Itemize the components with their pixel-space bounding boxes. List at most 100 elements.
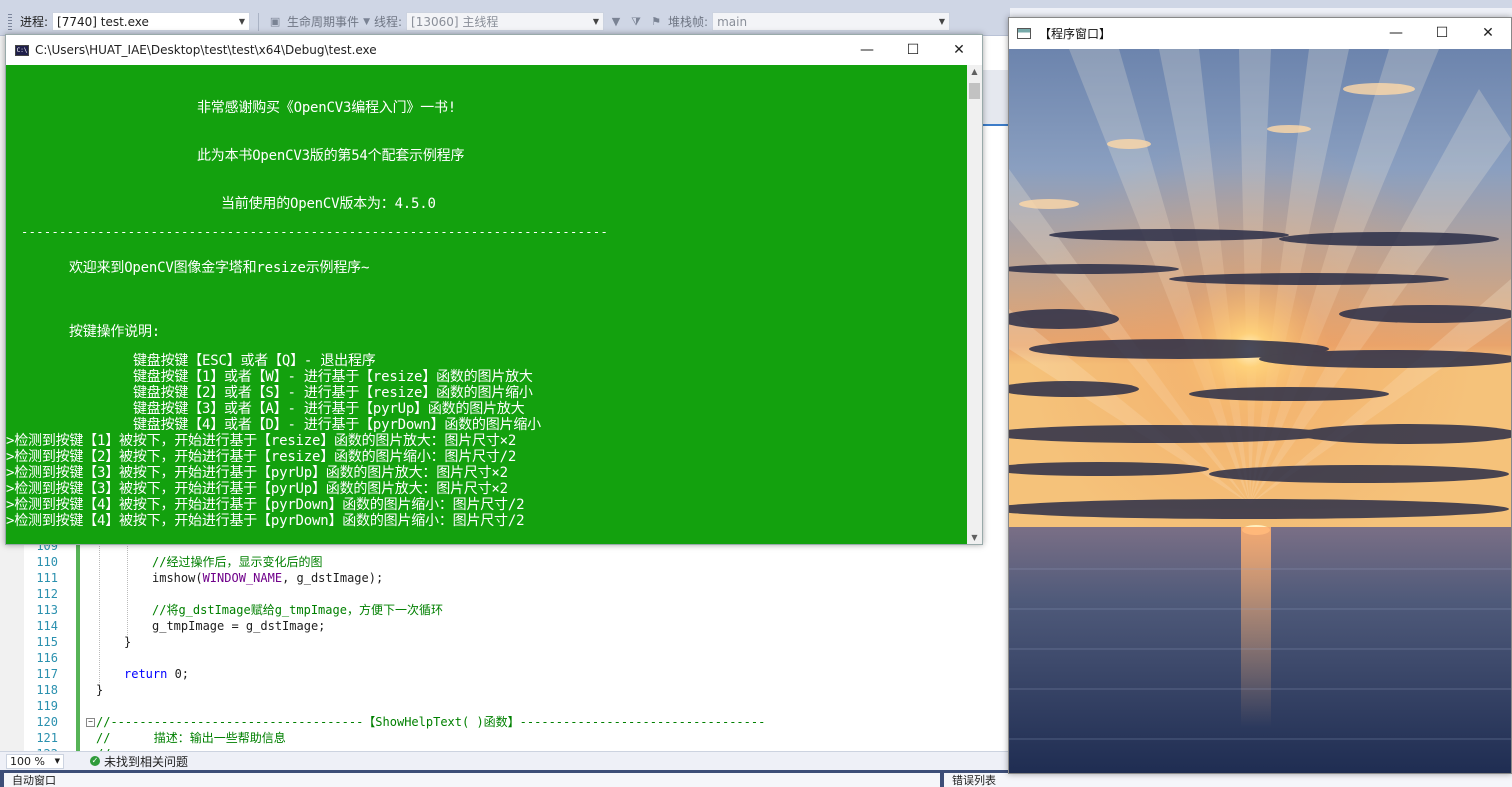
chevron-down-icon: ▼ — [938, 17, 946, 26]
code-line[interactable]: 110 //经过操作后，显示变化后的图 — [0, 554, 1008, 570]
line-number: 120 — [36, 715, 58, 729]
line-number: 117 — [36, 667, 58, 681]
lifecycle-events-label[interactable]: 生命周期事件 — [287, 13, 359, 30]
scroll-thumb[interactable] — [969, 83, 980, 99]
tab-error-list-label: 错误列表 — [952, 774, 996, 787]
console-header-line: 当前使用的OpenCV版本为：4.5.0 — [221, 196, 436, 212]
code-text: //经过操作后，显示变化后的图 — [152, 555, 323, 569]
minimize-button[interactable]: — — [844, 35, 890, 65]
code-line[interactable]: 117 return 0; — [0, 666, 1008, 682]
stack-frame-combo[interactable]: main ▼ — [712, 12, 951, 31]
filter-icon[interactable]: ▼ — [608, 14, 624, 30]
line-number: 110 — [36, 555, 58, 569]
console-output[interactable]: 非常感谢购买《OpenCV3编程入门》一书! 此为本书OpenCV3版的第54个… — [6, 65, 967, 544]
toolbar-separator — [258, 12, 260, 31]
code-line[interactable]: 119 — [0, 698, 1008, 714]
console-window[interactable]: C:\ C:\Users\HUAT_IAE\Desktop\test\test\… — [5, 34, 983, 545]
sunset-picture — [1009, 49, 1511, 773]
code-line[interactable]: 112 — [0, 586, 1008, 602]
line-number: 118 — [36, 683, 58, 697]
close-button[interactable]: ✕ — [936, 35, 982, 65]
code-line[interactable]: 118} — [0, 682, 1008, 698]
tab-autos-label: 自动窗口 — [12, 774, 56, 787]
console-scrollbar[interactable]: ▲ ▼ — [967, 65, 982, 544]
console-log-line: >检测到按键【4】被按下，开始进行基于【pyrDown】函数的图片缩小：图片尺寸… — [6, 497, 525, 513]
code-token: imshow( — [152, 571, 203, 585]
code-text: return 0; — [124, 666, 189, 682]
code-line[interactable]: 111 imshow(WINDOW_NAME, g_dstImage); — [0, 570, 1008, 586]
filter-clear-icon[interactable]: ⧩ — [628, 14, 644, 30]
code-line[interactable]: 116 — [0, 650, 1008, 666]
maximize-button[interactable]: ☐ — [890, 35, 936, 65]
line-number: 116 — [36, 651, 58, 665]
tab-error-list[interactable]: 错误列表 — [944, 773, 1512, 787]
cmd-icon: C:\ — [15, 44, 29, 56]
line-number: 112 — [36, 587, 58, 601]
stack-frame-value: main — [717, 14, 748, 29]
console-key-line: 键盘按键【1】或者【W】- 进行基于【resize】函数的图片放大 — [133, 369, 533, 385]
thread-label: 线程: — [373, 15, 403, 29]
toolbar-grip[interactable] — [8, 13, 12, 30]
code-token: 0; — [167, 667, 190, 681]
issues-indicator[interactable]: ✓ 未找到相关问题 — [90, 753, 188, 770]
scroll-down-arrow-icon[interactable]: ▼ — [967, 533, 982, 542]
sunset-image — [1009, 49, 1511, 773]
minimize-button[interactable]: — — [1373, 18, 1419, 48]
code-line[interactable]: 114 g_tmpImage = g_dstImage; — [0, 618, 1008, 634]
close-button[interactable]: ✕ — [1465, 18, 1511, 48]
issues-text: 未找到相关问题 — [104, 754, 189, 769]
console-log-line: >检测到按键【2】被按下，开始进行基于【resize】函数的图片缩小：图片尺寸/… — [6, 449, 517, 465]
console-title: C:\Users\HUAT_IAE\Desktop\test\test\x64\… — [35, 43, 377, 57]
console-log-line: >检测到按键【3】被按下，开始进行基于【pyrUp】函数的图片放大：图片尺寸×2 — [6, 481, 508, 497]
editor-tab-overflow[interactable] — [980, 70, 1009, 126]
console-key-line: 键盘按键【4】或者【D】- 进行基于【pyrDown】函数的图片缩小 — [133, 417, 541, 433]
code-text: } — [96, 683, 104, 697]
console-key-line: 键盘按键【3】或者【A】- 进行基于【pyrUp】函数的图片放大 — [133, 401, 525, 417]
zoom-value: 100 % — [10, 754, 45, 768]
process-label: 进程: — [20, 15, 49, 29]
tab-autos[interactable]: 自动窗口 — [4, 773, 940, 787]
chevron-down-icon: ▼ — [592, 17, 600, 26]
fold-toggle-icon[interactable]: − — [86, 718, 95, 727]
console-log-line: >检测到按键【4】被按下，开始进行基于【pyrDown】函数的图片缩小：图片尺寸… — [6, 513, 525, 529]
editor-status-bar: 100 % ▼ ✓ 未找到相关问题 — [0, 751, 1008, 770]
line-number: 119 — [36, 699, 58, 713]
code-line[interactable]: 120 −//----------------------------------… — [0, 714, 1008, 730]
console-header-line: 此为本书OpenCV3版的第54个配套示例程序 — [197, 148, 465, 164]
chevron-down-icon[interactable]: ▼ — [363, 17, 370, 27]
maximize-button[interactable]: ☐ — [1419, 18, 1465, 48]
code-line[interactable]: 121 // 描述：输出一些帮助信息 — [0, 730, 1008, 746]
code-text: //-----------------------------------【Sh… — [96, 715, 766, 729]
flag-threads-icon[interactable]: ⚑ — [648, 14, 664, 30]
window-controls: — ☐ ✕ — [844, 35, 982, 65]
code-text: } — [124, 635, 132, 649]
thread-value: [13060] 主线程 — [411, 15, 499, 29]
line-number: 114 — [36, 619, 58, 633]
code-text: // 描述：输出一些帮助信息 — [96, 731, 286, 745]
console-key-line: 键盘按键【ESC】或者【Q】- 退出程序 — [133, 353, 376, 369]
chevron-down-icon: ▼ — [54, 757, 60, 765]
code-text: imshow(WINDOW_NAME, g_dstImage); — [152, 570, 383, 586]
image-window[interactable]: 【程序窗口】 — ☐ ✕ — [1008, 17, 1512, 774]
lifecycle-events-icon[interactable]: ▣ — [267, 14, 283, 30]
code-lines[interactable]: 109 110//经过操作后，显示变化后的图 111 imshow(WINDOW_NA… — [0, 538, 1008, 762]
console-keys-title: 按键操作说明: — [69, 324, 161, 340]
code-token: WINDOW_NAME — [202, 571, 283, 585]
code-line[interactable]: 113 //将g_dstImage赋给g_tmpImage，方便下一次循环 — [0, 602, 1008, 618]
scroll-up-arrow-icon[interactable]: ▲ — [967, 67, 982, 76]
console-titlebar[interactable]: C:\ C:\Users\HUAT_IAE\Desktop\test\test\… — [6, 35, 982, 65]
top-toolbar-strip — [0, 0, 1512, 8]
line-number: 113 — [36, 603, 58, 617]
image-window-titlebar[interactable]: 【程序窗口】 — ☐ ✕ — [1009, 18, 1511, 48]
code-token: return — [124, 667, 168, 681]
code-text: //将g_dstImage赋给g_tmpImage，方便下一次循环 — [152, 603, 443, 617]
process-value: [7740] test.exe — [57, 14, 149, 29]
window-controls: — ☐ ✕ — [1373, 18, 1511, 48]
thread-combo[interactable]: [13060] 主线程 ▼ — [406, 12, 605, 31]
line-number: 115 — [36, 635, 58, 649]
console-welcome: 欢迎来到OpenCV图像金字塔和resize示例程序~ — [69, 260, 370, 276]
zoom-combo[interactable]: 100 % ▼ — [6, 753, 64, 769]
stack-frame-label: 堆栈帧: — [668, 15, 709, 29]
process-combo[interactable]: [7740] test.exe ▼ — [52, 12, 251, 31]
code-line[interactable]: 115} — [0, 634, 1008, 650]
